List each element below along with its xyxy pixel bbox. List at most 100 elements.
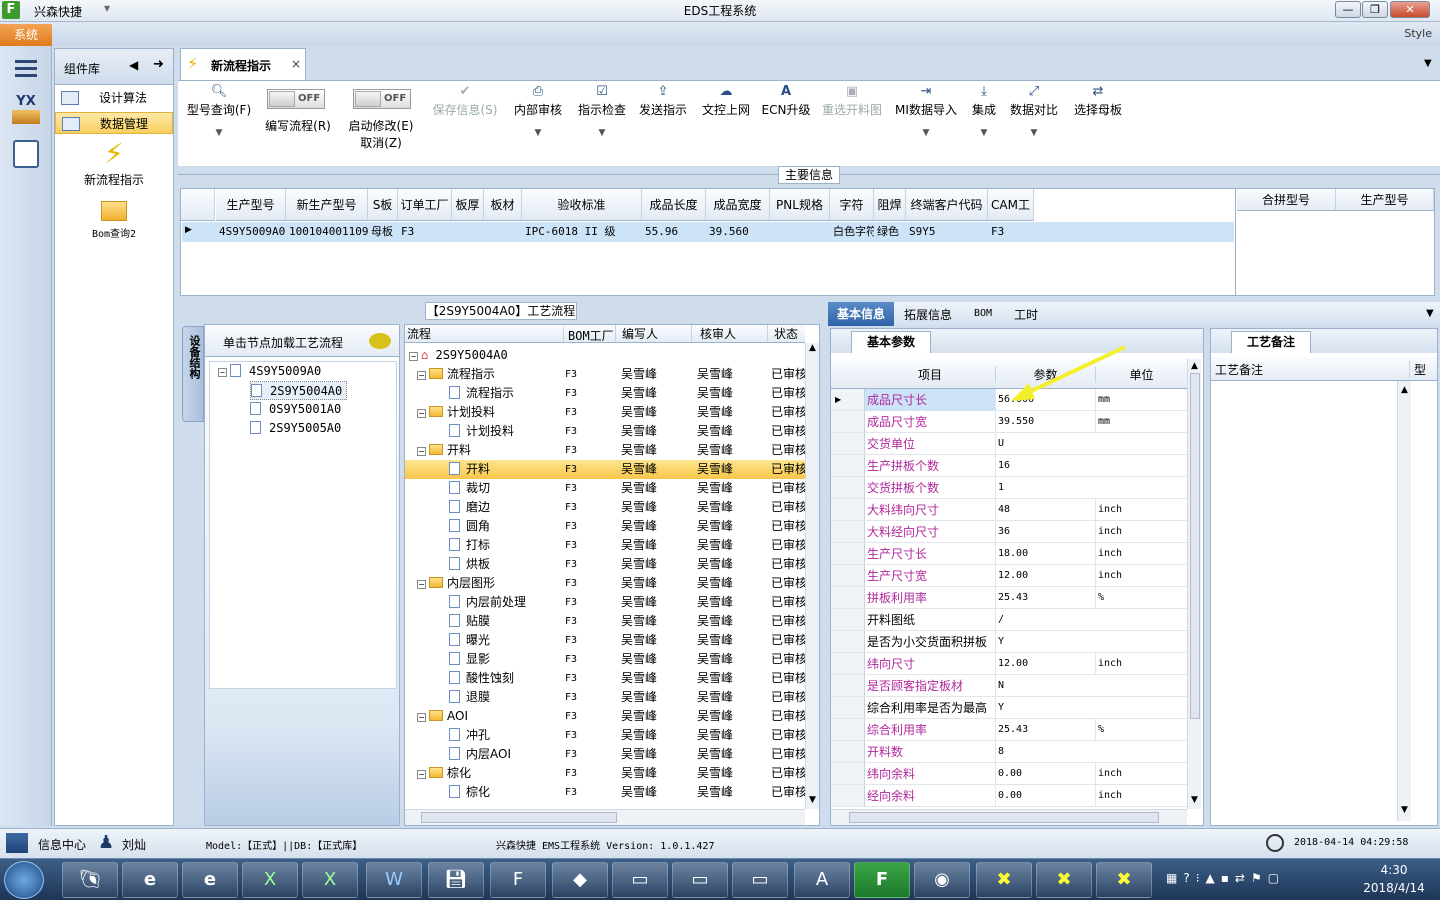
style-label[interactable]: Style: [1404, 27, 1432, 40]
save-disk-icon[interactable]: 💾︎: [428, 862, 484, 898]
excel-icon[interactable]: X: [302, 862, 358, 898]
save-info-button[interactable]: ✔ 保存信息(S): [428, 81, 502, 167]
table-row[interactable]: 退膜 F3 吴雪峰 吴雪峰 已审核: [405, 688, 805, 707]
tree-node[interactable]: 2S9Y5004A0: [250, 381, 348, 400]
excel-icon[interactable]: X: [242, 862, 298, 898]
collapse-left-icon[interactable]: ◀: [129, 58, 138, 72]
horizontal-scrollbar[interactable]: [405, 809, 805, 825]
table-cell[interactable]: 绿色: [874, 223, 906, 241]
col-header[interactable]: 板材: [484, 189, 522, 221]
table-row[interactable]: − AOI F3 吴雪峰 吴雪峰 已审核: [405, 707, 805, 726]
table-row[interactable]: 内层AOI F3 吴雪峰 吴雪峰 已审核: [405, 745, 805, 764]
col-header-flow[interactable]: 流程: [407, 325, 431, 342]
start-modify-toggle[interactable]: OFF: [353, 89, 411, 109]
instruction-check-button[interactable]: ☑ 指示检查 ▼: [572, 81, 632, 167]
param-row[interactable]: 是否顾客指定板材 N: [831, 675, 1187, 697]
image-viewer-icon[interactable]: ▭: [672, 862, 728, 898]
table-cell[interactable]: [452, 223, 484, 241]
param-value[interactable]: Y: [995, 631, 1095, 653]
param-row[interactable]: 开料图纸 /: [831, 609, 1187, 631]
col-header[interactable]: 终端客户代码: [906, 189, 988, 221]
table-row[interactable]: 流程指示 F3 吴雪峰 吴雪峰 已审核: [405, 384, 805, 403]
info-center-link[interactable]: 信息中心: [38, 836, 86, 853]
tree-node[interactable]: −4S9Y5009A0: [218, 362, 321, 381]
new-flow-instruction-item[interactable]: ⚡ 新流程指示: [55, 137, 173, 188]
table-row[interactable]: 显影 F3 吴雪峰 吴雪峰 已审核: [405, 650, 805, 669]
col-header[interactable]: 订单工厂: [398, 189, 452, 221]
table-row[interactable]: 贴膜 F3 吴雪峰 吴雪峰 已审核: [405, 612, 805, 631]
col-header[interactable]: 阻焊: [874, 189, 906, 221]
table-row[interactable]: − 计划投料 F3 吴雪峰 吴雪峰 已审核: [405, 403, 805, 422]
chevron-down-icon[interactable]: ▼: [1426, 308, 1434, 319]
word-icon[interactable]: W: [366, 862, 422, 898]
param-row[interactable]: 生产尺寸宽 12.00 inch: [831, 565, 1187, 587]
mi-data-import-button[interactable]: ⇥ MI数据导入 ▼: [892, 81, 960, 167]
param-row[interactable]: 交货拼板个数 1: [831, 477, 1187, 499]
send-instruction-button[interactable]: ⇪ 发送指示: [636, 81, 690, 167]
table-row[interactable]: 计划投料 F3 吴雪峰 吴雪峰 已审核: [405, 422, 805, 441]
reselect-cutting-drawing-button[interactable]: ▣ 重选开料图: [818, 81, 886, 167]
production-model-header[interactable]: 生产型号: [1336, 189, 1434, 211]
cancel-label[interactable]: 取消(Z): [342, 134, 420, 151]
internet-explorer-icon[interactable]: e: [182, 862, 238, 898]
param-value[interactable]: N: [995, 675, 1095, 697]
param-row[interactable]: 是否为小交货面积拼板 Y: [831, 631, 1187, 653]
param-row[interactable]: 综合利用率是否为最高 Y: [831, 697, 1187, 719]
text-document-icon[interactable]: A: [794, 862, 850, 898]
tree-node[interactable]: 0S9Y5001A0: [250, 400, 341, 419]
excel-window-icon[interactable]: ✖: [976, 862, 1032, 898]
param-value[interactable]: 25.43: [995, 587, 1095, 609]
excel-window-icon[interactable]: ✖: [1036, 862, 1092, 898]
param-value[interactable]: 39.550: [995, 411, 1095, 433]
table-cell[interactable]: S9Y5: [906, 223, 988, 241]
vertical-scrollbar[interactable]: ▲ ▼: [805, 343, 819, 809]
table-row[interactable]: − 开料 F3 吴雪峰 吴雪峰 已审核: [405, 441, 805, 460]
param-row[interactable]: 大料经向尺寸 36 inch: [831, 521, 1187, 543]
minimize-button[interactable]: —: [1335, 1, 1361, 18]
col-header[interactable]: CAM工厂: [988, 189, 1034, 244]
param-value[interactable]: U: [995, 433, 1095, 455]
bom-query-item[interactable]: Bom查询2: [55, 197, 173, 240]
table-row[interactable]: 打标 F3 吴雪峰 吴雪峰 已审核: [405, 536, 805, 555]
param-value[interactable]: 12.00: [995, 653, 1095, 675]
menu-icon[interactable]: [9, 54, 43, 88]
col-header-writer[interactable]: 编写人: [615, 325, 658, 342]
table-row[interactable]: 圆角 F3 吴雪峰 吴雪峰 已审核: [405, 517, 805, 536]
col-header-status[interactable]: 状态: [767, 325, 798, 342]
col-header-bom-factory[interactable]: BOM工厂: [563, 327, 614, 344]
tab-list-dropdown-icon[interactable]: ▼: [1424, 58, 1432, 69]
table-row[interactable]: 酸性蚀刻 F3 吴雪峰 吴雪峰 已审核: [405, 669, 805, 688]
col-header[interactable]: 生产型号: [216, 189, 286, 221]
model-query-button[interactable]: 🔍︎ 型号查询(F) ▼: [182, 81, 256, 167]
param-row[interactable]: 大料纬向尺寸 48 inch: [831, 499, 1187, 521]
param-value[interactable]: 8: [995, 741, 1095, 763]
param-row[interactable]: 生产拼板个数 16: [831, 455, 1187, 477]
param-value[interactable]: 25.43: [995, 719, 1095, 741]
table-cell[interactable]: 10010400110900: [286, 223, 368, 241]
param-value[interactable]: 36: [995, 521, 1095, 543]
table-cell[interactable]: [770, 223, 830, 241]
flow-root-node[interactable]: − ⌂ 2S9Y5004A0: [409, 346, 508, 365]
table-row[interactable]: 裁切 F3 吴雪峰 吴雪峰 已审核: [405, 479, 805, 498]
table-cell[interactable]: [484, 223, 522, 241]
internet-explorer-icon[interactable]: e: [122, 862, 178, 898]
table-row[interactable]: − 流程指示 F3 吴雪峰 吴雪峰 已审核: [405, 365, 805, 384]
col-header[interactable]: 成品宽度: [706, 189, 770, 221]
vertical-scrollbar[interactable]: ▲ ▼: [1397, 381, 1411, 821]
taskbar-time[interactable]: 4:30: [1358, 863, 1430, 877]
doc-control-online-button[interactable]: ☁ 文控上网: [698, 81, 754, 167]
tab-work-hours[interactable]: 工时: [1014, 306, 1038, 323]
yx-module-icon[interactable]: YX: [9, 94, 43, 128]
param-row[interactable]: 纬向余料 0.00 inch: [831, 763, 1187, 785]
pin-icon[interactable]: ➜: [153, 57, 164, 72]
param-row[interactable]: 经向余料 0.00 inch: [831, 785, 1187, 807]
table-row[interactable]: 磨边 F3 吴雪峰 吴雪峰 已审核: [405, 498, 805, 517]
side-tab-equipment-structure[interactable]: 设备结构: [182, 326, 204, 422]
table-cell[interactable]: 白色字符: [830, 223, 874, 241]
data-compare-button[interactable]: ⤢ 数据对比 ▼: [1006, 81, 1062, 167]
param-value[interactable]: 12.00: [995, 565, 1095, 587]
col-header-type[interactable]: 型: [1409, 361, 1426, 378]
col-header-remarks[interactable]: 工艺备注: [1215, 361, 1263, 378]
table-row[interactable]: 内层前处理 F3 吴雪峰 吴雪峰 已审核: [405, 593, 805, 612]
internal-review-button[interactable]: ⎙ 内部审核 ▼: [508, 81, 568, 167]
